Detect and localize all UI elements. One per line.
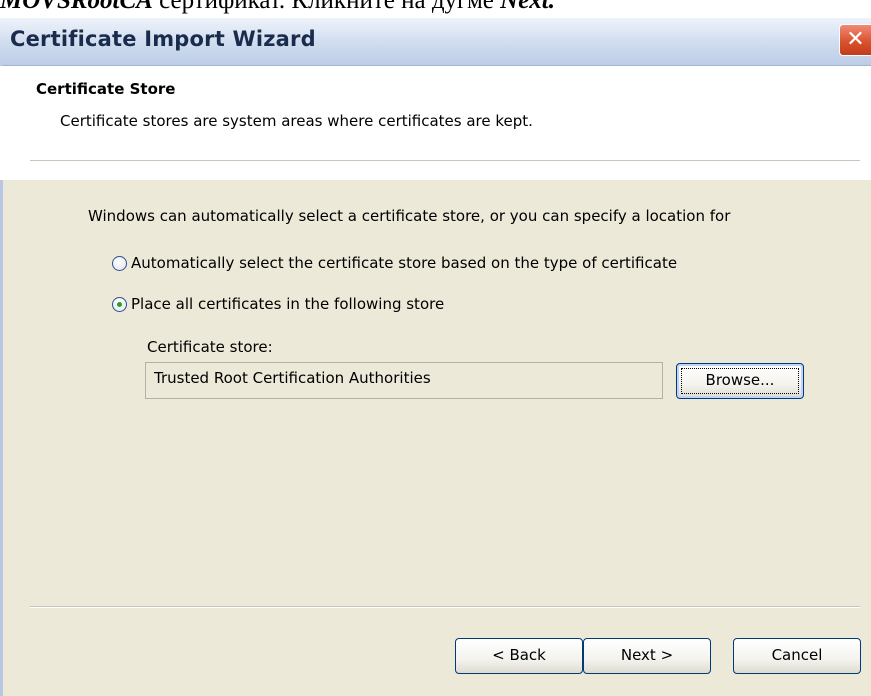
radio-place-all[interactable]: Place all certificates in the following …	[112, 295, 444, 313]
store-label: Certificate store:	[147, 338, 273, 356]
page-title: Certificate Store	[36, 80, 176, 98]
back-button[interactable]: < Back	[455, 638, 583, 674]
focus-rectangle	[681, 368, 799, 394]
certificate-store-field: Trusted Root Certification Authorities	[145, 362, 663, 399]
doc-cert-name: MOVSRootCA	[0, 0, 153, 14]
radio-button-icon[interactable]	[112, 255, 127, 271]
browse-button[interactable]: Browse...	[676, 363, 804, 399]
radio-place-label[interactable]: Place all certificates in the following …	[131, 295, 444, 313]
header-divider	[30, 160, 860, 162]
certificate-store-value: Trusted Root Certification Authorities	[154, 369, 431, 387]
next-button[interactable]: Next >	[583, 638, 711, 674]
radio-auto-select[interactable]: Automatically select the certificate sto…	[112, 254, 677, 272]
cancel-button[interactable]: Cancel	[733, 638, 861, 674]
doc-next-word: Next.	[500, 0, 556, 14]
footer-divider	[30, 606, 860, 608]
document-text-line: MOVSRootCA сертификат. Кликните на дугме…	[0, 0, 871, 16]
intro-text: Windows can automatically select a certi…	[88, 207, 731, 225]
radio-auto-label[interactable]: Automatically select the certificate sto…	[131, 254, 677, 272]
radio-button-checked-icon[interactable]	[112, 296, 127, 312]
cancel-button-label: Cancel	[771, 646, 823, 664]
close-icon[interactable]: ✕	[839, 24, 871, 56]
doc-instruction: сертификат. Кликните на дугме	[152, 0, 501, 14]
back-button-label: < Back	[492, 646, 546, 664]
page-subtitle: Certificate stores are system areas wher…	[60, 112, 533, 130]
next-button-label: Next >	[620, 646, 674, 664]
window-title: Certificate Import Wizard	[10, 27, 316, 51]
title-bar: Certificate Import Wizard	[0, 18, 871, 66]
